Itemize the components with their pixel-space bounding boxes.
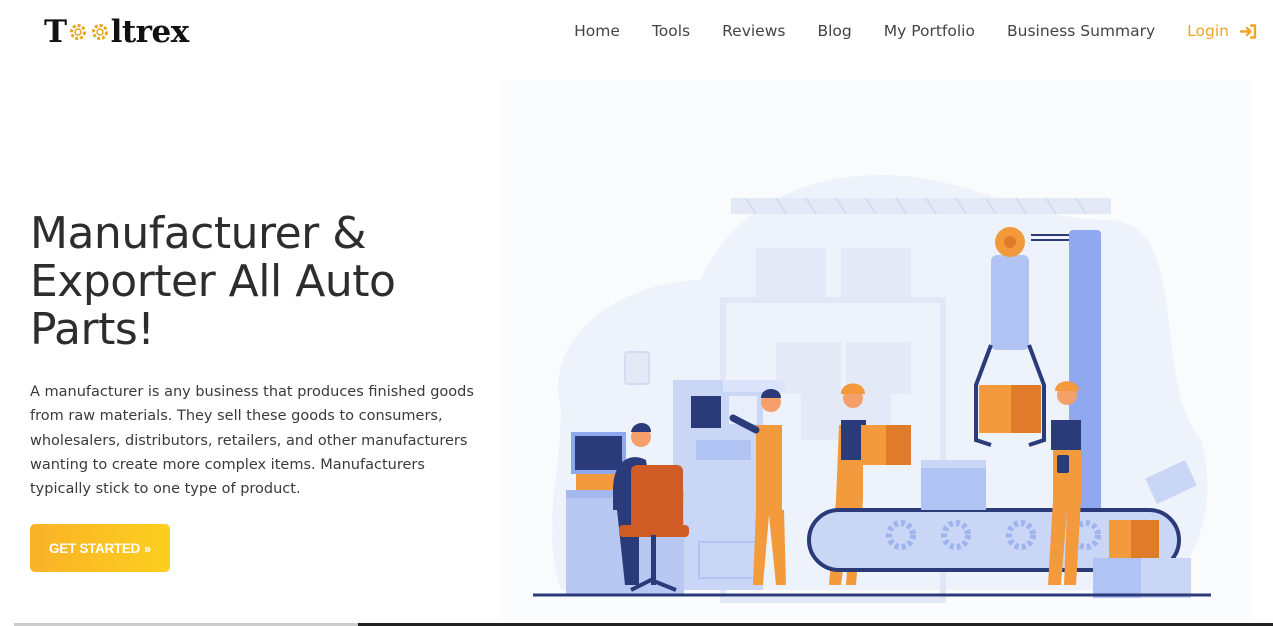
- brand-logo[interactable]: T ltrex: [44, 12, 189, 52]
- nav-my-portfolio[interactable]: My Portfolio: [884, 22, 975, 40]
- nav-blog[interactable]: Blog: [817, 22, 851, 40]
- logo-text-end: ltrex: [110, 14, 190, 50]
- logo-text-start: T: [44, 14, 67, 50]
- hero-illustration-panel: [501, 80, 1251, 620]
- nav-business-summary[interactable]: Business Summary: [1007, 22, 1155, 40]
- login-link[interactable]: Login: [1187, 22, 1257, 40]
- get-started-label: GET STARTED: [49, 540, 140, 556]
- get-started-button[interactable]: GET STARTED »: [30, 524, 170, 572]
- double-chevron-right-icon: »: [144, 540, 151, 556]
- hero-description: A manufacturer is any business that prod…: [30, 384, 474, 498]
- login-label: Login: [1187, 22, 1229, 40]
- gear-icon: [69, 24, 86, 40]
- nav-reviews[interactable]: Reviews: [722, 22, 785, 40]
- gear-icon: [91, 24, 108, 40]
- hero-title: Manufacturer & Exporter All Auto Parts!: [30, 208, 396, 355]
- nav-tools[interactable]: Tools: [652, 22, 690, 40]
- main-nav: Home Tools Reviews Blog My Portfolio Bus…: [574, 18, 1257, 44]
- sign-in-icon: [1240, 23, 1257, 39]
- nav-home[interactable]: Home: [574, 22, 620, 40]
- factory-assembly-line-illustration: [533, 175, 1211, 603]
